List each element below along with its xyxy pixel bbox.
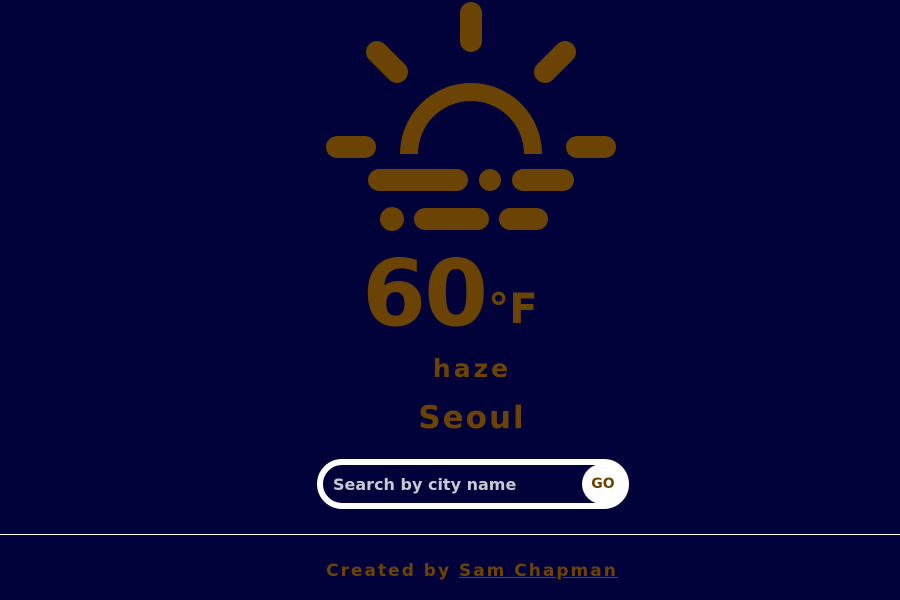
city-search-form: GO xyxy=(317,459,629,509)
sunrise-haze-icon xyxy=(326,2,616,231)
footer-divider xyxy=(0,534,900,535)
author-link[interactable]: Sam Chapman xyxy=(459,561,618,581)
city-name: Seoul xyxy=(418,400,526,436)
temperature-display: 60°F xyxy=(0,248,900,340)
temperature-value: 60 xyxy=(362,240,488,347)
weather-condition: haze xyxy=(432,354,512,383)
go-button[interactable]: GO xyxy=(582,464,624,504)
footer-prefix: Created by xyxy=(326,561,452,581)
weather-app: 60°F haze Seoul GO Created by Sam Chapma… xyxy=(0,0,900,600)
footer-credit: Created by Sam Chapman xyxy=(22,561,900,581)
temperature-unit: °F xyxy=(488,284,538,333)
city-search-input[interactable] xyxy=(333,471,583,497)
